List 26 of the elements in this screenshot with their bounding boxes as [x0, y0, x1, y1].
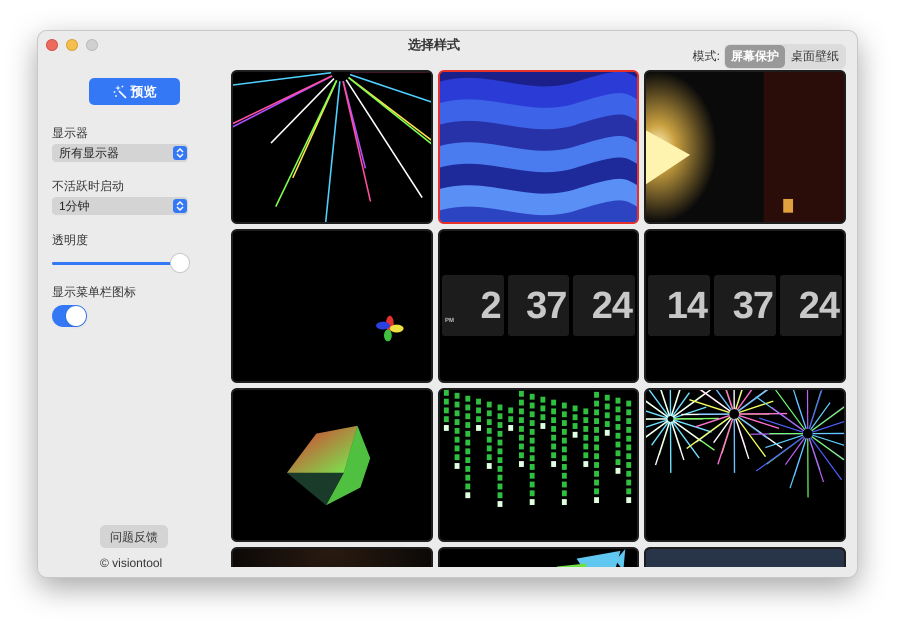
idle-start-label: 不活跃时启动 — [52, 178, 125, 195]
clock-digits: 14 — [666, 286, 707, 324]
clock-digits: 24 — [592, 286, 632, 324]
magic-wand-icon — [112, 84, 126, 98]
close-button[interactable] — [46, 39, 58, 51]
feedback-button[interactable]: 问题反馈 — [100, 525, 168, 548]
clock-digits: 37 — [732, 286, 773, 324]
display-select[interactable]: 所有显示器 — [52, 144, 188, 162]
mode-label: 模式: — [692, 48, 720, 65]
clock-thumbnail[interactable]: 14 37 24 — [644, 229, 846, 383]
clock-digits: 2 — [480, 286, 501, 324]
mode-tab[interactable]: 桌面壁纸 — [785, 44, 845, 68]
menu-bar-icon-label: 显示菜单栏图标 — [52, 284, 137, 301]
clock-digits: 24 — [798, 286, 839, 324]
clock-digits: 37 — [526, 286, 566, 324]
display-label: 显示器 — [52, 125, 89, 142]
opacity-label: 透明度 — [52, 232, 89, 249]
copyright-text: © visiontool — [100, 555, 164, 572]
preview-button[interactable]: 预览 — [89, 78, 180, 105]
stepper-icon — [173, 199, 187, 213]
window-title: 选择样式 — [408, 36, 460, 54]
opacity-slider[interactable] — [52, 253, 190, 273]
stepper-icon — [173, 146, 187, 160]
menu-bar-icon-toggle[interactable] — [52, 305, 87, 327]
slider-thumb[interactable] — [170, 253, 190, 273]
idle-start-select[interactable]: 1分钟 — [52, 197, 188, 215]
